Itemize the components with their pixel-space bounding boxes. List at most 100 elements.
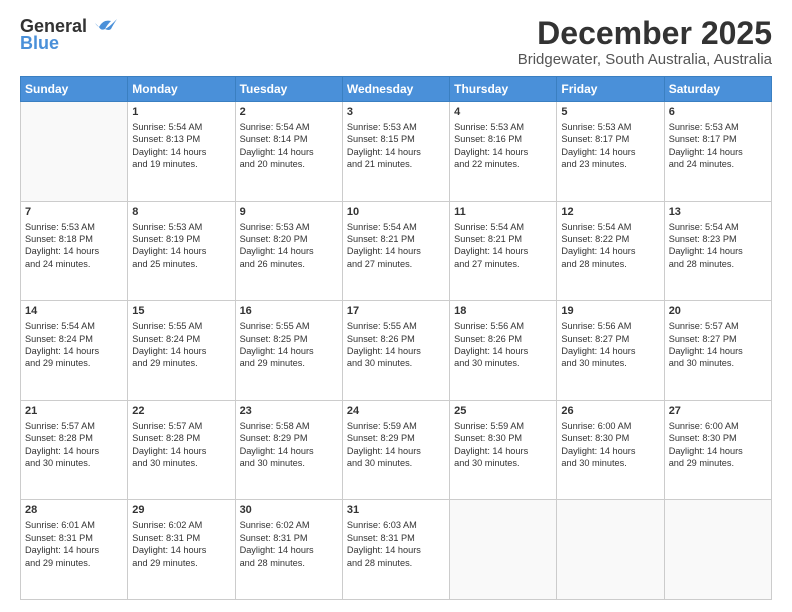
day-number: 10: [347, 205, 445, 220]
cell-text: Sunrise: 5:57 AM: [25, 420, 123, 432]
day-number: 20: [669, 304, 767, 319]
cell-text: Sunrise: 6:00 AM: [561, 420, 659, 432]
cell-text: Daylight: 14 hours: [561, 146, 659, 158]
cell-text: Sunset: 8:30 PM: [454, 432, 552, 444]
cell-text: Sunrise: 6:03 AM: [347, 519, 445, 531]
cell-text: Sunset: 8:23 PM: [669, 233, 767, 245]
cell-text: Sunrise: 5:53 AM: [240, 221, 338, 233]
cell-text: Sunrise: 5:54 AM: [669, 221, 767, 233]
cell-text: and 29 minutes.: [132, 357, 230, 369]
cell-text: Sunset: 8:18 PM: [25, 233, 123, 245]
header-wednesday: Wednesday: [342, 77, 449, 102]
cell-text: Sunrise: 5:59 AM: [347, 420, 445, 432]
cell-text: Sunset: 8:30 PM: [669, 432, 767, 444]
table-row: 21Sunrise: 5:57 AMSunset: 8:28 PMDayligh…: [21, 400, 128, 500]
table-row: 28Sunrise: 6:01 AMSunset: 8:31 PMDayligh…: [21, 500, 128, 600]
cell-text: Sunset: 8:17 PM: [561, 133, 659, 145]
cell-text: Daylight: 14 hours: [669, 445, 767, 457]
day-number: 18: [454, 304, 552, 319]
cell-text: and 29 minutes.: [240, 357, 338, 369]
cell-text: Sunrise: 5:54 AM: [240, 121, 338, 133]
table-row: 16Sunrise: 5:55 AMSunset: 8:25 PMDayligh…: [235, 301, 342, 401]
cell-text: Sunset: 8:19 PM: [132, 233, 230, 245]
cell-text: Daylight: 14 hours: [454, 146, 552, 158]
day-number: 14: [25, 304, 123, 319]
table-row: 18Sunrise: 5:56 AMSunset: 8:26 PMDayligh…: [450, 301, 557, 401]
cell-text: Daylight: 14 hours: [25, 445, 123, 457]
cell-text: Sunset: 8:29 PM: [240, 432, 338, 444]
cell-text: Daylight: 14 hours: [25, 544, 123, 556]
table-row: 8Sunrise: 5:53 AMSunset: 8:19 PMDaylight…: [128, 201, 235, 301]
cell-text: Daylight: 14 hours: [454, 345, 552, 357]
cell-text: Sunset: 8:31 PM: [132, 532, 230, 544]
table-row: 29Sunrise: 6:02 AMSunset: 8:31 PMDayligh…: [128, 500, 235, 600]
cell-text: Sunset: 8:31 PM: [25, 532, 123, 544]
day-number: 13: [669, 205, 767, 220]
header-tuesday: Tuesday: [235, 77, 342, 102]
day-number: 7: [25, 205, 123, 220]
cell-text: and 23 minutes.: [561, 158, 659, 170]
cell-text: Sunrise: 6:01 AM: [25, 519, 123, 531]
page: General Blue December 2025 Bridgewater, …: [0, 0, 792, 612]
cell-text: Daylight: 14 hours: [347, 445, 445, 457]
cell-text: and 24 minutes.: [25, 258, 123, 270]
table-row: 31Sunrise: 6:03 AMSunset: 8:31 PMDayligh…: [342, 500, 449, 600]
day-number: 1: [132, 105, 230, 120]
cell-text: and 24 minutes.: [669, 158, 767, 170]
cell-text: Sunrise: 5:56 AM: [454, 320, 552, 332]
cell-text: Daylight: 14 hours: [561, 445, 659, 457]
day-number: 12: [561, 205, 659, 220]
cell-text: and 30 minutes.: [669, 357, 767, 369]
cell-text: Sunset: 8:20 PM: [240, 233, 338, 245]
cell-text: Sunset: 8:30 PM: [561, 432, 659, 444]
cell-text: Daylight: 14 hours: [347, 146, 445, 158]
cell-text: Sunset: 8:14 PM: [240, 133, 338, 145]
cell-text: Daylight: 14 hours: [132, 544, 230, 556]
cell-text: and 30 minutes.: [132, 457, 230, 469]
day-number: 21: [25, 404, 123, 419]
cell-text: Daylight: 14 hours: [240, 146, 338, 158]
day-number: 23: [240, 404, 338, 419]
cell-text: Daylight: 14 hours: [669, 245, 767, 257]
cell-text: Sunrise: 5:53 AM: [25, 221, 123, 233]
day-number: 9: [240, 205, 338, 220]
cell-text: Sunset: 8:31 PM: [347, 532, 445, 544]
cell-text: Sunset: 8:28 PM: [25, 432, 123, 444]
cell-text: and 25 minutes.: [132, 258, 230, 270]
day-number: 30: [240, 503, 338, 518]
header-saturday: Saturday: [664, 77, 771, 102]
table-row: [21, 102, 128, 202]
cell-text: Daylight: 14 hours: [561, 345, 659, 357]
cell-text: and 30 minutes.: [25, 457, 123, 469]
cell-text: and 30 minutes.: [454, 357, 552, 369]
cell-text: Sunset: 8:26 PM: [454, 333, 552, 345]
cell-text: Daylight: 14 hours: [240, 345, 338, 357]
cell-text: Sunrise: 5:53 AM: [669, 121, 767, 133]
day-number: 4: [454, 105, 552, 120]
table-row: [450, 500, 557, 600]
cell-text: Sunrise: 5:55 AM: [347, 320, 445, 332]
month-title: December 2025: [518, 16, 772, 51]
title-section: December 2025 Bridgewater, South Austral…: [518, 16, 772, 68]
cell-text: and 30 minutes.: [347, 357, 445, 369]
day-number: 25: [454, 404, 552, 419]
cell-text: Sunrise: 5:57 AM: [669, 320, 767, 332]
calendar-week-row: 21Sunrise: 5:57 AMSunset: 8:28 PMDayligh…: [21, 400, 772, 500]
day-number: 17: [347, 304, 445, 319]
cell-text: Sunset: 8:17 PM: [669, 133, 767, 145]
day-number: 5: [561, 105, 659, 120]
table-row: 25Sunrise: 5:59 AMSunset: 8:30 PMDayligh…: [450, 400, 557, 500]
cell-text: Sunrise: 5:54 AM: [454, 221, 552, 233]
day-number: 31: [347, 503, 445, 518]
table-row: 27Sunrise: 6:00 AMSunset: 8:30 PMDayligh…: [664, 400, 771, 500]
cell-text: Daylight: 14 hours: [669, 146, 767, 158]
calendar-week-row: 14Sunrise: 5:54 AMSunset: 8:24 PMDayligh…: [21, 301, 772, 401]
cell-text: Sunrise: 5:58 AM: [240, 420, 338, 432]
table-row: 10Sunrise: 5:54 AMSunset: 8:21 PMDayligh…: [342, 201, 449, 301]
table-row: 20Sunrise: 5:57 AMSunset: 8:27 PMDayligh…: [664, 301, 771, 401]
cell-text: and 28 minutes.: [240, 557, 338, 569]
day-number: 27: [669, 404, 767, 419]
cell-text: Sunrise: 5:59 AM: [454, 420, 552, 432]
cell-text: Sunrise: 6:02 AM: [240, 519, 338, 531]
cell-text: Sunset: 8:27 PM: [669, 333, 767, 345]
